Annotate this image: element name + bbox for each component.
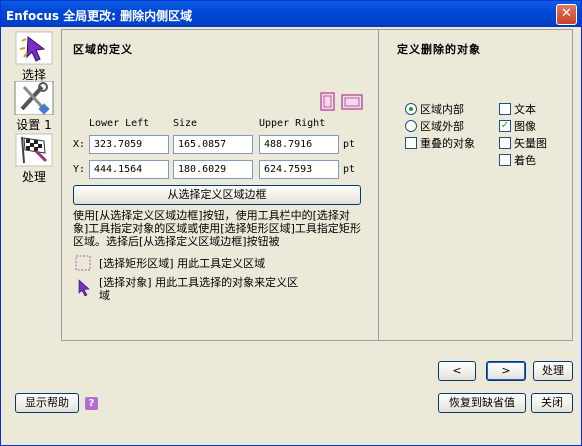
scope-outside-radio[interactable]: [405, 120, 417, 132]
window-title: Enfocus 全局更改: 删除内侧区域: [6, 9, 193, 23]
define-from-selection-button[interactable]: 从选择定义区域边框: [73, 185, 361, 205]
type-shading-checkbox[interactable]: [499, 154, 511, 166]
region-section-title: 区域的定义: [73, 43, 133, 56]
col-lower-left: Lower Left: [89, 118, 150, 129]
type-shading-option[interactable]: 着色: [499, 152, 536, 168]
scope-inside-option[interactable]: 区域内部: [405, 101, 464, 117]
select-object-tool-icon: [78, 279, 90, 297]
sidebar-item-settings[interactable]: 设置 1: [9, 81, 59, 133]
y-lower-left-field[interactable]: 444.1564: [89, 160, 169, 179]
type-vector-label: 矢量图: [514, 137, 547, 150]
object-tool-description: [选择对象] 用此工具选择的对象来定义区域: [99, 276, 299, 302]
region-description: 使用[从选择定义区域边框]按钮，使用工具栏中的[选择对象]工具指定对象的区域或使…: [73, 209, 361, 248]
scope-outside-label: 区域外部: [420, 120, 464, 133]
tools-icon: [14, 81, 54, 115]
type-image-checkbox[interactable]: ✓: [499, 120, 511, 132]
type-image-label: 图像: [514, 120, 536, 133]
scope-inside-label: 区域内部: [420, 103, 464, 116]
scope-inside-radio[interactable]: [405, 103, 417, 115]
type-text-option[interactable]: 文本: [499, 101, 536, 117]
show-help-button[interactable]: 显示帮助: [15, 393, 79, 413]
objects-section-title: 定义删除的对象: [397, 43, 481, 56]
x-upper-right-field[interactable]: 488.7916: [259, 135, 339, 154]
y-unit: pt: [343, 164, 356, 175]
next-button[interactable]: >: [486, 361, 526, 381]
sidebar-label-settings: 设置 1: [16, 118, 52, 132]
type-text-label: 文本: [514, 103, 536, 116]
help-question-icon[interactable]: ?: [85, 397, 98, 410]
overlap-checkbox[interactable]: [405, 137, 417, 149]
type-vector-checkbox[interactable]: [499, 137, 511, 149]
col-upper-right: Upper Right: [259, 118, 326, 129]
type-image-option[interactable]: ✓ 图像: [499, 118, 536, 134]
page-orientation-icon[interactable]: [319, 92, 365, 112]
panel-divider: [378, 29, 379, 341]
title-bar: Enfocus 全局更改: 删除内侧区域 ✕: [1, 1, 581, 27]
y-size-field[interactable]: 180.6029: [173, 160, 253, 179]
sidebar-label-process: 处理: [21, 170, 46, 184]
x-lower-left-field[interactable]: 323.7059: [89, 135, 169, 154]
row-label-x: X:: [73, 139, 86, 150]
sidebar-item-process[interactable]: 处理: [9, 133, 59, 185]
scope-outside-option[interactable]: 区域外部: [405, 118, 464, 134]
process-button[interactable]: 处理: [533, 361, 573, 381]
type-text-checkbox[interactable]: [499, 103, 511, 115]
restore-defaults-button[interactable]: 恢复到缺省值: [438, 393, 526, 413]
y-upper-right-field[interactable]: 624.7593: [259, 160, 339, 179]
type-shading-label: 着色: [514, 154, 536, 167]
dialog-window: Enfocus 全局更改: 删除内侧区域 ✕ 选择 设置 1 处理 区域的定义 …: [0, 0, 582, 446]
x-size-field[interactable]: 165.0857: [173, 135, 253, 154]
prev-button[interactable]: <: [438, 361, 476, 381]
overlap-label: 重叠的对象: [420, 137, 475, 150]
window-close-button[interactable]: ✕: [556, 4, 577, 25]
col-size: Size: [173, 118, 198, 129]
overlap-option[interactable]: 重叠的对象: [405, 135, 475, 151]
rect-tool-description: [选择矩形区域] 用此工具定义区域: [99, 257, 266, 270]
checkered-flag-icon: [15, 133, 53, 167]
close-button[interactable]: 关闭: [531, 393, 573, 413]
type-vector-option[interactable]: 矢量图: [499, 135, 547, 151]
x-unit: pt: [343, 139, 356, 150]
select-rectangle-tool-icon: [75, 255, 91, 271]
row-label-y: Y:: [73, 164, 86, 175]
sidebar-item-select[interactable]: 选择: [9, 31, 59, 83]
selection-arrow-icon: [15, 31, 53, 65]
